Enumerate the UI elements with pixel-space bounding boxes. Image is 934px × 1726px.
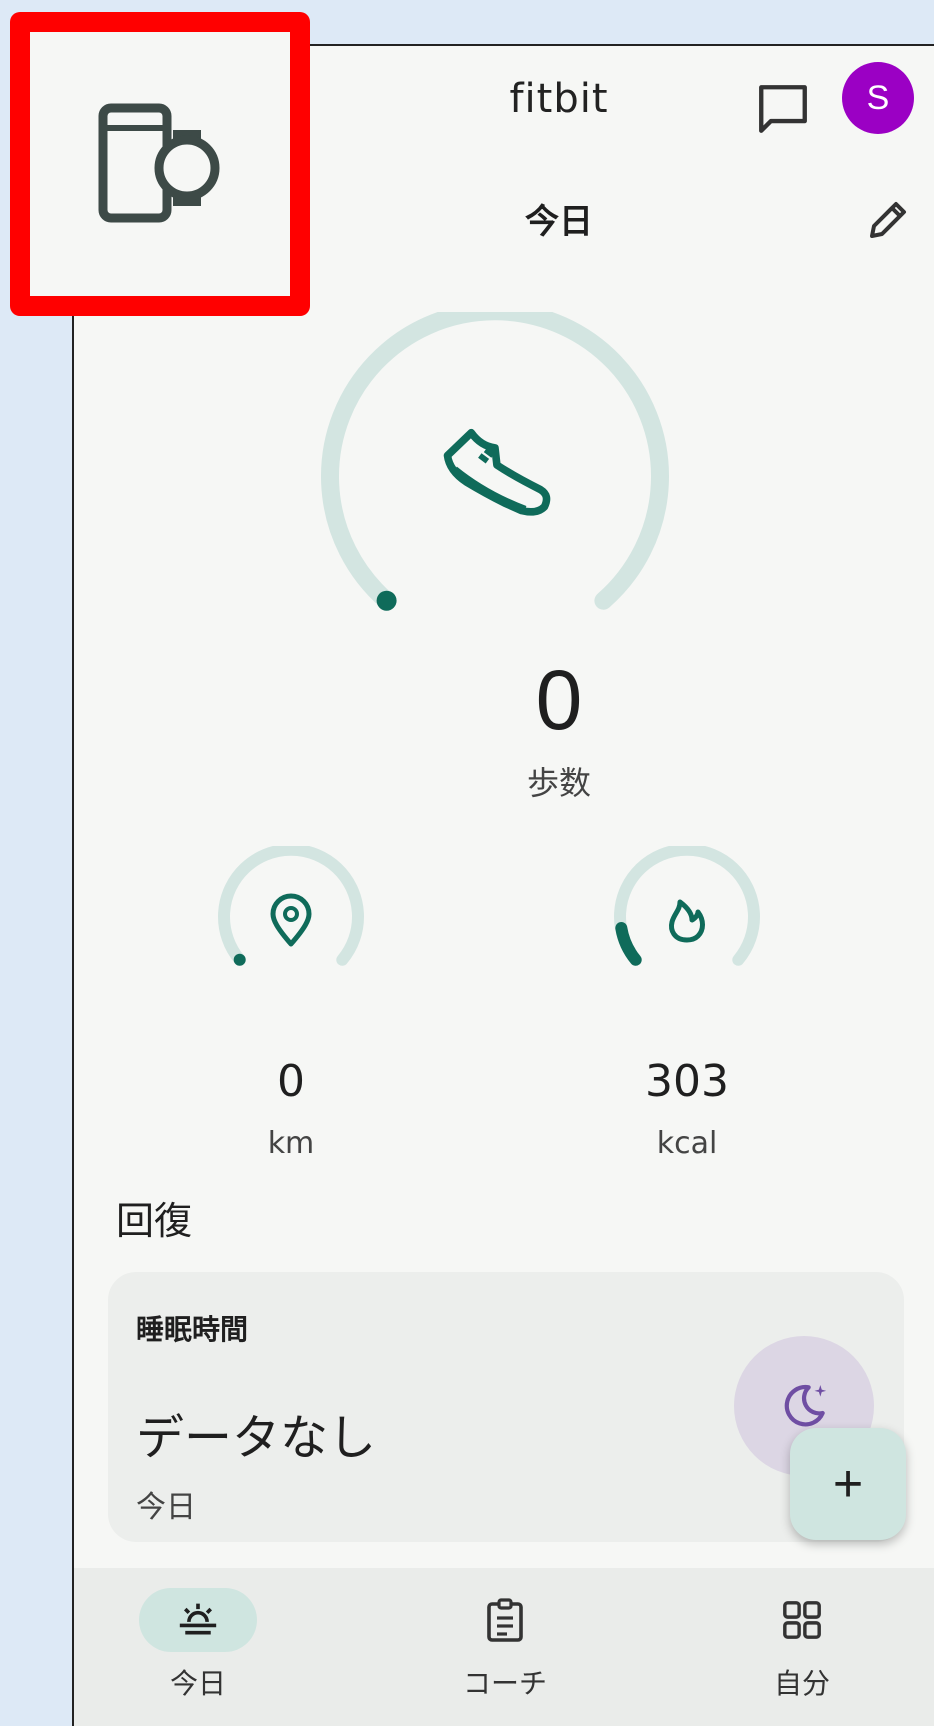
recovery-section-title: 回復 xyxy=(116,1199,193,1243)
nav-label-today: 今日 xyxy=(169,1667,226,1700)
add-button[interactable]: + xyxy=(790,1428,906,1540)
distance-ring[interactable] xyxy=(206,846,376,996)
distance-unit: km xyxy=(267,1126,315,1161)
device-switch-button[interactable] xyxy=(10,12,310,316)
avatar[interactable]: S xyxy=(842,62,914,134)
bottom-nav: 今日 コーチ 自分 xyxy=(74,1568,934,1726)
sleep-card-title: 睡眠時間 xyxy=(136,1313,249,1346)
sunrise-icon xyxy=(179,1603,217,1635)
nav-label-me: 自分 xyxy=(773,1667,830,1700)
flame-icon xyxy=(669,899,705,943)
page-title: 今日 xyxy=(525,202,593,242)
nav-pill xyxy=(139,1588,257,1652)
grid-icon xyxy=(783,1601,821,1639)
steps-label: 歩数 xyxy=(526,764,591,802)
nav-pill xyxy=(743,1588,861,1652)
sleep-value: データなし xyxy=(136,1410,377,1466)
distance-value: 0 xyxy=(277,1056,305,1107)
clipboard-icon xyxy=(487,1598,523,1642)
nav-item-me[interactable]: 自分 xyxy=(702,1588,902,1702)
sleep-day: 今日 xyxy=(136,1490,196,1525)
chat-icon[interactable] xyxy=(754,80,812,138)
nav-pill xyxy=(446,1588,564,1652)
calories-ring[interactable] xyxy=(602,846,772,996)
edit-icon[interactable] xyxy=(864,196,912,244)
calories-unit: kcal xyxy=(656,1126,718,1161)
moon-icon xyxy=(784,1384,827,1427)
calories-value: 303 xyxy=(645,1056,729,1107)
nav-label-coach: コーチ xyxy=(462,1667,547,1700)
nav-item-today[interactable]: 今日 xyxy=(98,1588,298,1702)
location-pin-icon xyxy=(270,893,312,947)
steps-ring[interactable] xyxy=(310,312,680,652)
shoe-icon xyxy=(443,428,551,516)
nav-item-coach[interactable]: コーチ xyxy=(405,1588,605,1702)
fitbit-logo: fitbit xyxy=(509,76,609,122)
phone-watch-icon xyxy=(98,103,220,223)
steps-value: 0 xyxy=(535,653,583,747)
